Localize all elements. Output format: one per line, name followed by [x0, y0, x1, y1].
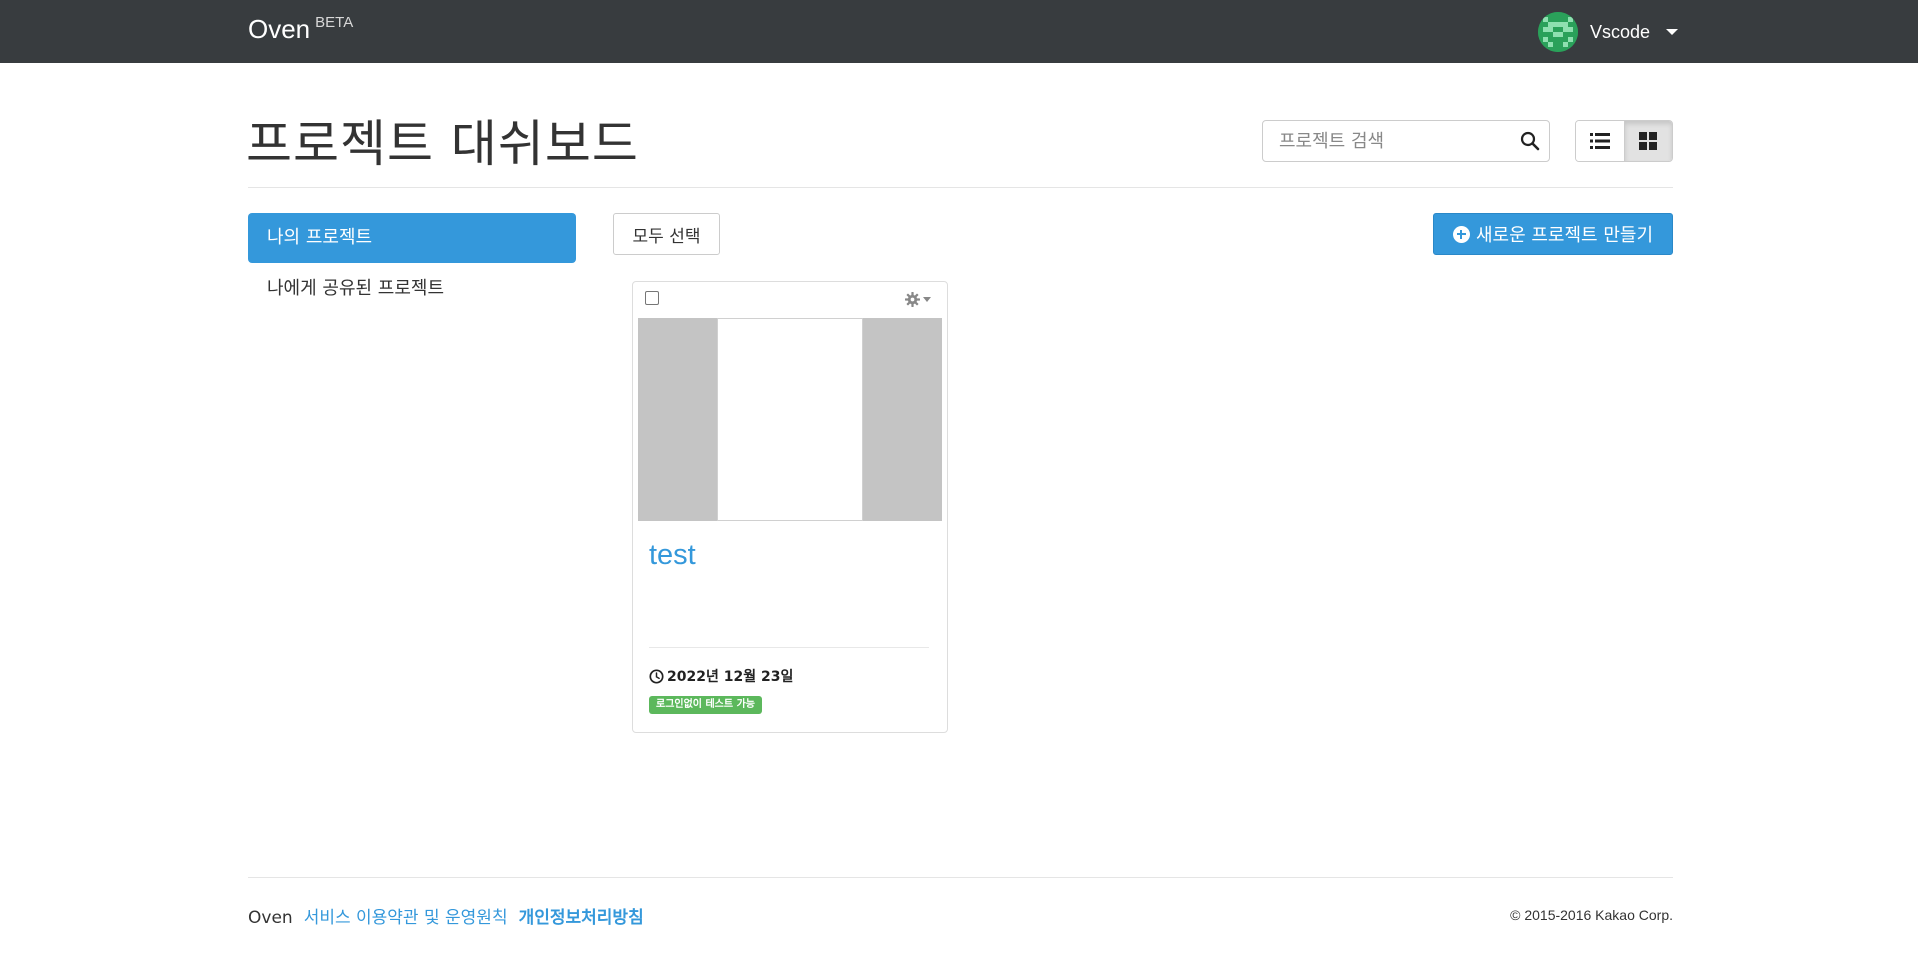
user-menu[interactable]: Vscode [1538, 12, 1679, 52]
project-title-link[interactable]: test [649, 539, 696, 572]
gear-icon [905, 292, 920, 307]
copyright-text: © 2015-2016 Kakao Corp. [1510, 907, 1673, 923]
search-icon[interactable] [1519, 130, 1541, 152]
list-view-button[interactable] [1576, 121, 1624, 161]
search-input[interactable] [1263, 121, 1503, 161]
privacy-link[interactable]: 개인정보처리방침 [519, 903, 644, 928]
footer-brand: Oven [248, 908, 293, 928]
view-toggle [1575, 120, 1673, 162]
brand-logo[interactable]: Oven BETA [248, 14, 353, 45]
status-badge: 로그인없이 테스트 가능 [649, 696, 762, 714]
header-divider [248, 187, 1673, 188]
top-navbar: Oven BETA Vscode [0, 0, 1918, 63]
project-thumbnail[interactable] [638, 318, 942, 521]
beta-label: BETA [315, 14, 354, 31]
project-date-text: 2022년 12월 23일 [667, 669, 794, 685]
avatar-pattern-icon [1538, 12, 1578, 52]
project-card: test 2022년 12월 23일 로그인없이 테스트 가능 [632, 281, 948, 733]
list-icon [1589, 133, 1610, 149]
project-checkbox[interactable] [645, 291, 659, 305]
new-project-button[interactable]: 새로운 프로젝트 만들기 [1433, 213, 1673, 255]
select-all-button[interactable]: 모두 선택 [613, 213, 720, 255]
caret-down-icon [923, 297, 931, 302]
thumbnail-screen [717, 318, 863, 521]
sidebar-item-my-projects[interactable]: 나의 프로젝트 [248, 213, 576, 263]
brand-name: Oven [248, 14, 311, 44]
caret-down-icon [1666, 29, 1679, 35]
grid-icon [1639, 132, 1658, 150]
project-date: 2022년 12월 23일 [649, 666, 793, 686]
user-avatar [1538, 12, 1578, 52]
clock-icon [649, 668, 664, 684]
card-divider [649, 647, 929, 648]
user-name: Vscode [1590, 21, 1651, 42]
project-search [1262, 120, 1550, 162]
sidebar-item-shared-projects[interactable]: 나에게 공유된 프로젝트 [248, 264, 576, 314]
plus-circle-icon [1452, 225, 1470, 243]
project-settings-dropdown[interactable] [905, 292, 931, 307]
terms-link[interactable]: 서비스 이용약관 및 운영원칙 [304, 903, 508, 928]
footer-links: Oven 서비스 이용약관 및 운영원칙 개인정보처리방침 [248, 903, 644, 928]
page-title: 프로젝트 대쉬보드 [246, 115, 639, 173]
new-project-label: 새로운 프로젝트 만들기 [1475, 225, 1654, 246]
footer-divider [248, 877, 1673, 878]
grid-view-button[interactable] [1623, 121, 1672, 161]
